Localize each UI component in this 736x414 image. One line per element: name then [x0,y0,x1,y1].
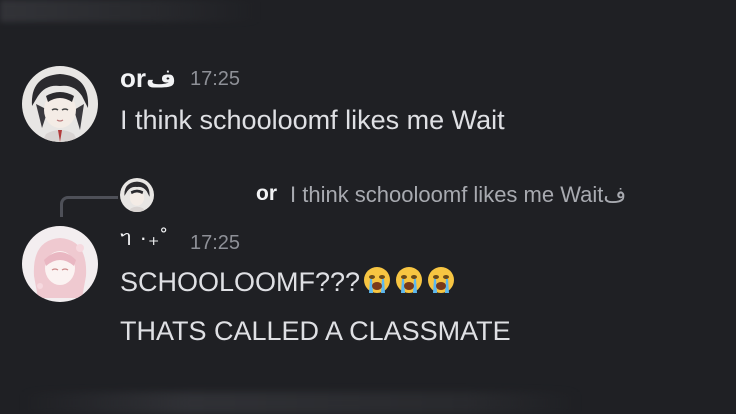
loudly-crying-face-icon [362,265,392,295]
loudly-crying-face-icon [394,265,424,295]
timestamp: 17:25 [190,68,241,90]
username[interactable]: orف [120,63,176,94]
username[interactable]: ᥐ ·₊˚ [120,225,169,251]
message-text: I think schooloomf likes me Wait [120,105,505,135]
reply-connector-line [60,196,118,217]
message-text: SCHOOLOOMF??? [120,265,456,298]
blurred-top-strip [0,0,260,22]
loudly-crying-face-icon [426,265,456,295]
avatar[interactable] [22,226,98,302]
timestamp: 17:25 [190,232,241,254]
avatar[interactable] [22,66,98,142]
reply-preview-text[interactable]: I think schooloomf likes me Waitف [290,182,626,208]
blurred-bottom-strip [20,392,580,414]
message-line: SCHOOLOOMF??? [120,267,361,297]
message-line: THATS CALLED A CLASSMATE [120,316,511,346]
reply-avatar[interactable] [120,178,154,212]
reply-username[interactable]: or [256,182,277,206]
chat-screen: orف 17:25 I think schooloomf likes me Wa… [0,0,736,414]
